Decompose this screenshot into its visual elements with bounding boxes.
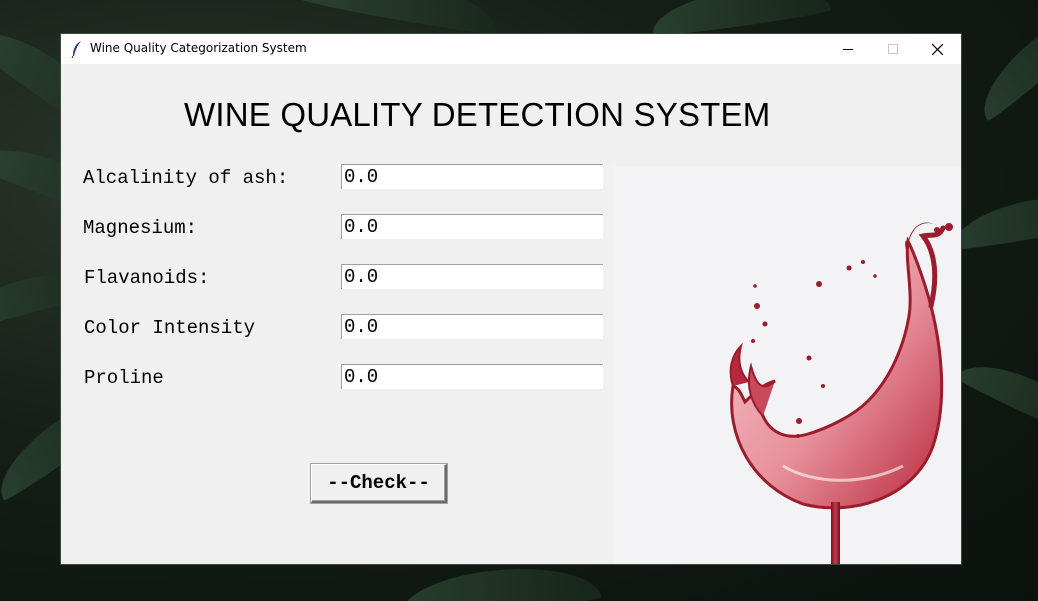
leaf-decoration [398, 561, 602, 601]
feather-icon [71, 41, 81, 58]
leaf-decoration [298, 0, 502, 38]
leaf-decoration [954, 349, 1038, 445]
title-bar[interactable]: Wine Quality Categorization System [61, 34, 961, 64]
magnesium-input[interactable] [341, 214, 603, 239]
alcalinity-input[interactable] [341, 164, 603, 189]
proline-input[interactable] [341, 364, 603, 389]
close-icon [932, 43, 943, 55]
flavanoids-label: Flavanoids: [84, 267, 210, 289]
proline-label: Proline [84, 367, 164, 389]
color-intensity-label: Color Intensity [84, 317, 256, 339]
maximize-button[interactable] [870, 34, 915, 64]
check-button[interactable]: --Check-- [311, 464, 447, 503]
main-content: WINE QUALITY DETECTION SYSTEM Alcalinity… [61, 64, 961, 564]
color-intensity-input[interactable] [341, 314, 603, 339]
alcalinity-label: Alcalinity of ash: [83, 167, 289, 189]
magnesium-label: Magnesium: [83, 217, 198, 239]
close-button[interactable] [915, 34, 960, 64]
app-window: Wine Quality Categorization System WINE … [61, 34, 961, 564]
page-title: WINE QUALITY DETECTION SYSTEM [184, 96, 771, 133]
maximize-icon [887, 44, 898, 54]
leaf-decoration [947, 185, 1038, 253]
leaf-decoration [967, 0, 1038, 124]
window-title: Wine Quality Categorization System [90, 41, 307, 55]
flavanoids-input[interactable] [341, 264, 603, 289]
wine-glass-image [613, 166, 961, 564]
leaf-decoration [648, 0, 832, 39]
minimize-button[interactable] [825, 34, 870, 64]
wine-splash-illustration [729, 222, 953, 564]
minimize-icon [842, 49, 853, 50]
